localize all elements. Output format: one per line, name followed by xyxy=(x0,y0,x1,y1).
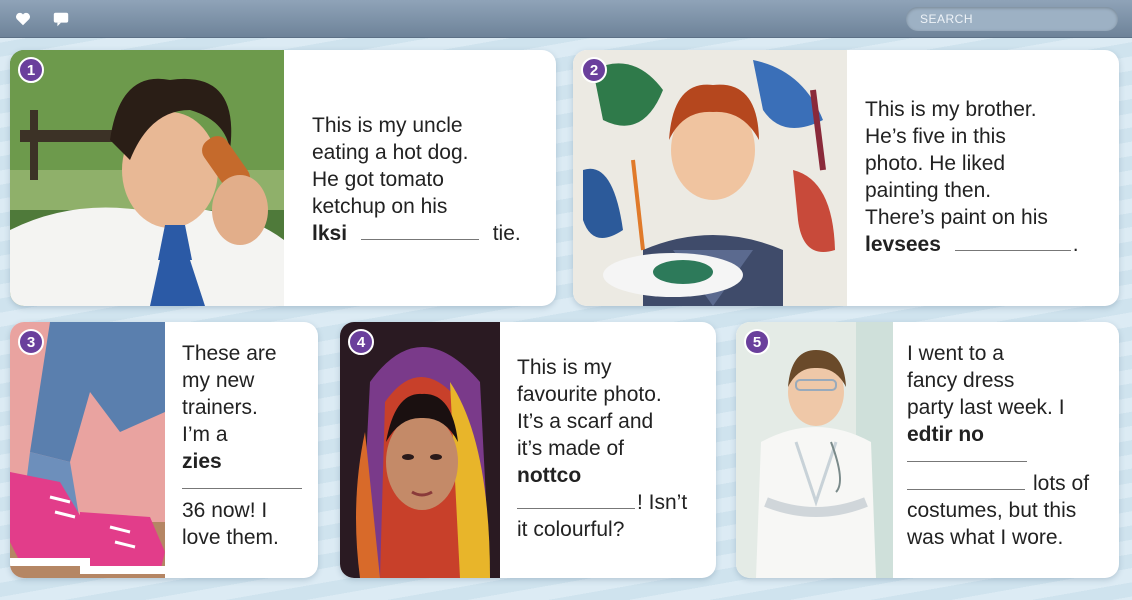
card-number-badge: 2 xyxy=(581,57,607,83)
text-line: levsees . xyxy=(865,231,1111,258)
text-line: He got tomato xyxy=(312,168,444,191)
scrambled-word: levsees xyxy=(865,233,941,256)
scrambled-word: lksi xyxy=(312,222,348,245)
photo-brother-painting xyxy=(573,50,847,306)
text-line: lots of xyxy=(907,470,1113,497)
photo-girl-scientist xyxy=(736,322,893,578)
text-line: painting then. xyxy=(865,179,992,202)
text-after-blank: ! Isn’t xyxy=(637,491,688,514)
text-line: There’s paint on his xyxy=(865,206,1048,229)
card-number-badge: 4 xyxy=(348,329,374,355)
card-2: 2 This is my brother. He’s five in this … xyxy=(573,50,1119,306)
card-1-text: This is my uncle eating a hot dog. He go… xyxy=(312,112,542,247)
photo-uncle-hotdog xyxy=(10,50,284,306)
text-line: eating a hot dog. xyxy=(312,141,469,164)
answer-blank[interactable] xyxy=(360,222,479,240)
card-number-badge: 3 xyxy=(18,329,44,355)
text-line: ! Isn’t xyxy=(517,489,707,516)
answer-blank[interactable] xyxy=(954,233,1071,251)
answer-blank[interactable] xyxy=(182,475,302,489)
text-line: This is my xyxy=(517,356,612,379)
heart-icon[interactable] xyxy=(12,9,34,29)
text-line: photo. He liked xyxy=(865,152,1006,175)
text-line: trainers. xyxy=(182,396,258,419)
text-after-blank: lots of xyxy=(1033,472,1090,495)
photo-woman-scarf xyxy=(340,322,500,578)
scrambled-word: zies xyxy=(182,450,222,473)
text-line: favourite photo. xyxy=(517,383,662,406)
text-line: was what I wore. xyxy=(907,526,1064,549)
comment-icon[interactable] xyxy=(50,9,72,29)
card-5-text: I went to a fancy dress party last week.… xyxy=(907,340,1113,551)
text-line: I’m a xyxy=(182,423,228,446)
card-3-text: These are my new trainers. I’m a zies 36… xyxy=(182,340,308,551)
answer-blank[interactable] xyxy=(517,491,635,509)
text-line: These are xyxy=(182,342,277,365)
text-line: lksi tie. xyxy=(312,220,542,247)
text-line: This is my uncle xyxy=(312,114,463,137)
scrambled-word: nottco xyxy=(517,464,582,487)
text-line: I went to a xyxy=(907,342,1004,365)
text-line: costumes, but this xyxy=(907,499,1077,522)
text-line: It’s a scarf and xyxy=(517,410,654,433)
card-4-text: This is my favourite photo. It’s a scarf… xyxy=(517,354,707,543)
text-line: fancy dress xyxy=(907,369,1015,392)
search-input[interactable]: SEARCH xyxy=(906,7,1118,31)
text-line: love them. xyxy=(182,526,279,549)
photo-pink-trainers xyxy=(10,322,165,578)
card-number-badge: 5 xyxy=(744,329,770,355)
text-line: This is my brother. xyxy=(865,98,1037,121)
text-line: party last week. I xyxy=(907,396,1065,419)
card-3: 3 These are my new trainers. I’m a zies … xyxy=(10,322,318,578)
text-line: He’s five in this xyxy=(865,125,1006,148)
scrambled-word: edtir no xyxy=(907,423,984,446)
card-number-badge: 1 xyxy=(18,57,44,83)
text-line: it’s made of xyxy=(517,437,624,460)
card-2-text: This is my brother. He’s five in this ph… xyxy=(865,96,1111,258)
top-toolbar: SEARCH xyxy=(0,0,1132,38)
answer-blank[interactable] xyxy=(907,448,1027,462)
text-line: 36 now! I xyxy=(182,499,268,522)
text-line: it colourful? xyxy=(517,518,625,541)
card-1: 1 This is my uncle eating a hot dog. He … xyxy=(10,50,556,306)
card-5: 5 I went to a fancy dress party last wee… xyxy=(736,322,1119,578)
text-after-blank: tie. xyxy=(492,222,521,245)
text-line: my new xyxy=(182,369,255,392)
text-after-blank: . xyxy=(1072,233,1079,256)
answer-blank[interactable] xyxy=(907,472,1025,490)
text-line: ketchup on his xyxy=(312,195,448,218)
card-4: 4 This is my favourite photo. It’s a sca… xyxy=(340,322,716,578)
